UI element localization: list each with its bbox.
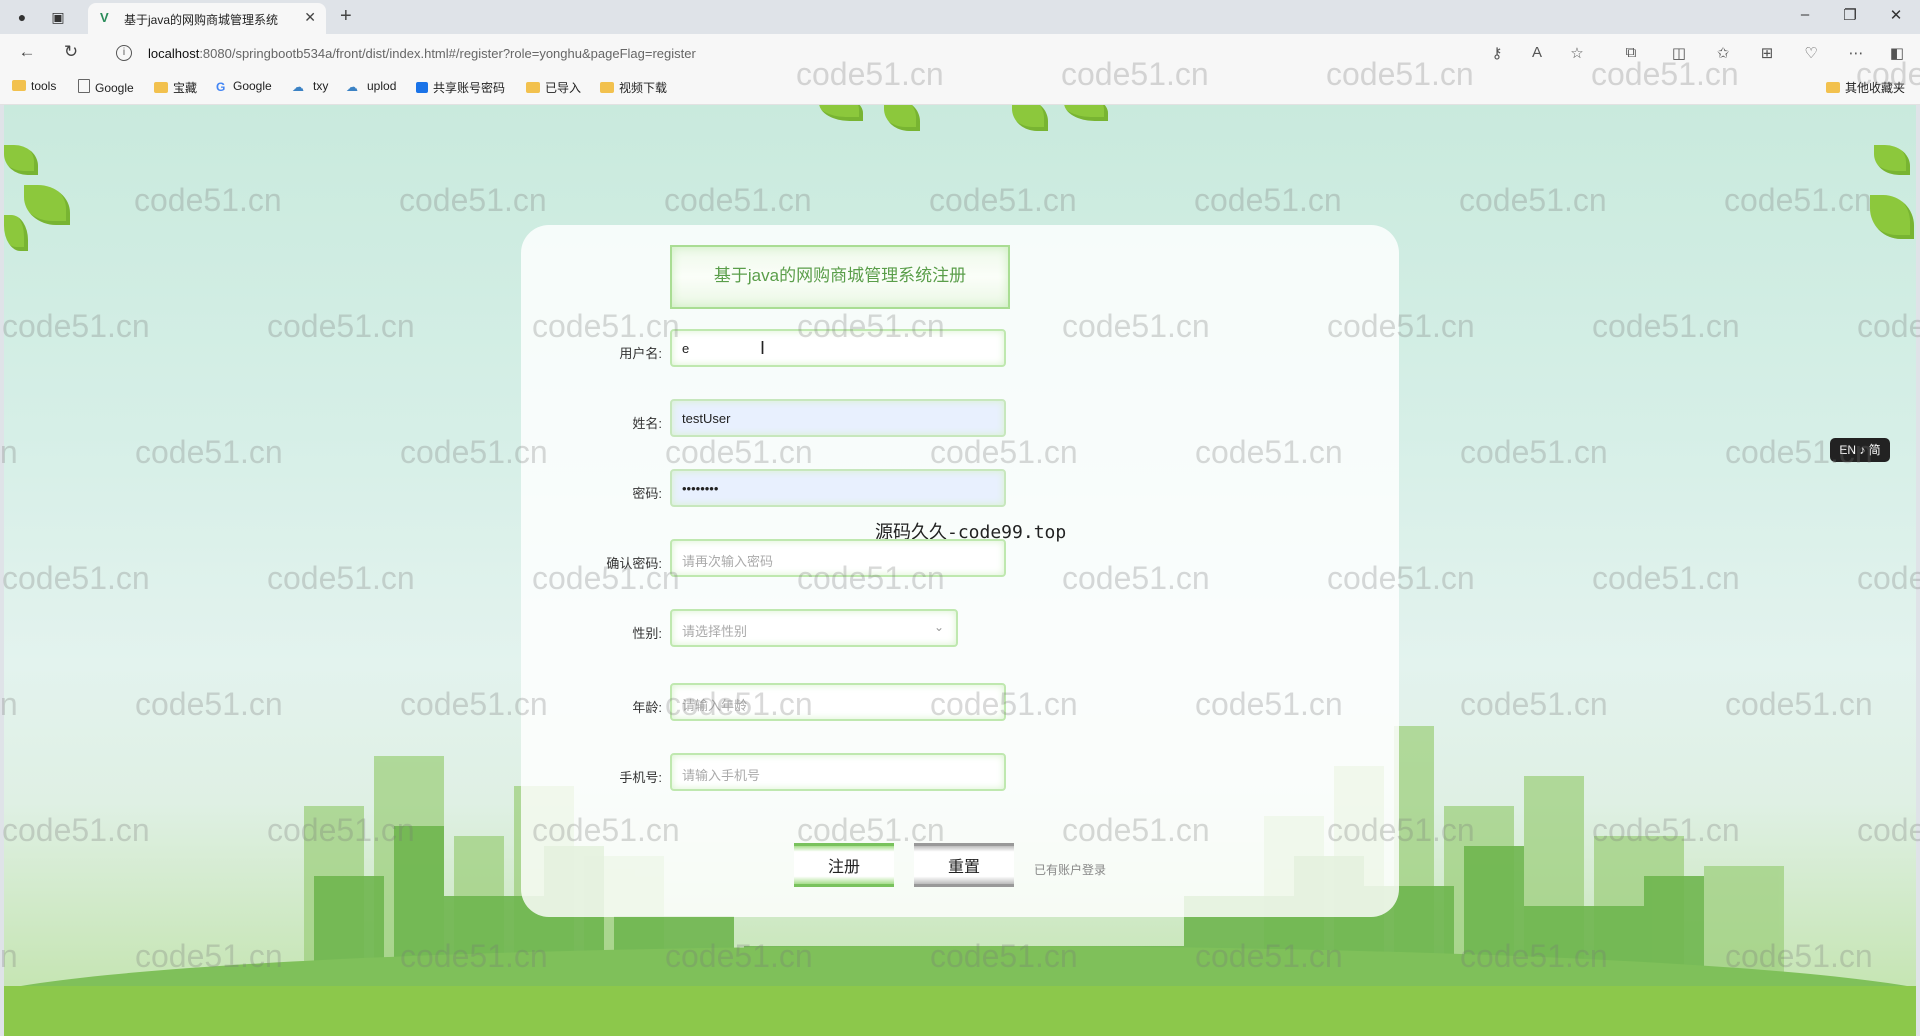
gender-select[interactable]: 请选择性别 ⌄	[670, 609, 958, 647]
leaf-decoration	[819, 105, 863, 121]
confirm-password-field[interactable]: 请再次输入密码	[670, 539, 1006, 577]
confirm-password-label: 确认密码:	[606, 556, 662, 571]
folder-icon	[526, 82, 540, 93]
bookmark-imported[interactable]: 已导入	[526, 79, 581, 96]
bookmark-shared-accounts[interactable]: 共享账号密码	[416, 79, 505, 96]
chevron-down-icon: ⌄	[933, 620, 944, 634]
bookmark-tools[interactable]: tools	[12, 79, 56, 93]
form-title: 基于java的网购商城管理系统注册	[713, 266, 967, 285]
split-screen-icon[interactable]: ◫	[1668, 44, 1690, 62]
window-close-icon[interactable]: ✕	[1884, 6, 1908, 24]
browser-essentials-icon[interactable]: ♡	[1800, 44, 1822, 62]
browser-tab[interactable]: V 基于java的网购商城管理系统 ✕	[88, 3, 326, 34]
tab-title: 基于java的网购商城管理系统	[124, 13, 279, 27]
bookmark-other[interactable]: 其他收藏夹	[1826, 79, 1905, 96]
phone-label: 手机号:	[619, 770, 662, 785]
leaf-decoration	[4, 145, 38, 175]
extensions-icon[interactable]: ⧉	[1620, 44, 1642, 61]
share-icon	[416, 82, 428, 93]
tab-actions-icon[interactable]: ▣	[48, 7, 68, 27]
minimize-icon[interactable]: –	[1793, 6, 1817, 23]
page-icon	[78, 79, 90, 93]
password-field[interactable]: ••••••••	[670, 469, 1006, 507]
key-icon[interactable]: ⚷	[1486, 44, 1508, 62]
form-title-box: 基于java的网购商城管理系统注册	[670, 245, 1010, 309]
cloud-icon: ☁	[346, 80, 358, 94]
folder-icon	[12, 80, 26, 91]
username-field[interactable]: e	[670, 329, 1006, 367]
bookmark-uplod[interactable]: ☁ uplod	[346, 79, 396, 94]
profile-icon[interactable]: ●	[12, 7, 32, 27]
reset-button[interactable]: 重置	[914, 843, 1014, 887]
vue-favicon-icon: V	[100, 10, 109, 25]
google-icon: G	[216, 80, 226, 94]
age-label: 年龄:	[632, 700, 662, 715]
password-label: 密码:	[632, 486, 662, 501]
new-tab-icon[interactable]: +	[340, 5, 352, 28]
info-icon[interactable]: i	[116, 45, 132, 61]
more-icon[interactable]: ⋯	[1845, 44, 1867, 62]
username-label: 用户名:	[619, 346, 662, 361]
leaf-decoration	[884, 105, 920, 131]
leaf-decoration	[24, 185, 70, 225]
bookmark-txy[interactable]: ☁ txy	[292, 79, 328, 94]
register-button[interactable]: 注册	[794, 843, 894, 887]
bookmark-google[interactable]: Google	[78, 79, 134, 95]
folder-icon	[1826, 82, 1840, 93]
bookmark-video-download[interactable]: 视频下载	[600, 79, 667, 96]
favorites-icon[interactable]: ✩	[1712, 44, 1734, 62]
bookmarks-bar: tools Google 宝藏 G Google ☁ txy ☁ uplod 共享账号…	[0, 72, 1920, 105]
login-link[interactable]: 已有账户登录	[1034, 861, 1106, 878]
address-bar: ← ↻ i localhost:8080/springbootb534a/fro…	[0, 34, 1920, 72]
gender-label: 性别:	[632, 626, 662, 641]
grass-ground	[4, 986, 1916, 1036]
refresh-icon[interactable]: ↻	[60, 42, 82, 62]
leaf-decoration	[1870, 195, 1914, 239]
name-label: 姓名:	[632, 416, 662, 431]
leaf-decoration	[4, 215, 28, 251]
sidebar-icon[interactable]: ◧	[1886, 44, 1908, 62]
collections-icon[interactable]: ⊞	[1756, 44, 1778, 62]
bookmark-google-2[interactable]: G Google	[216, 79, 272, 94]
cloud-icon: ☁	[292, 80, 304, 94]
leaf-decoration	[1012, 105, 1048, 131]
leaf-decoration	[1064, 105, 1108, 121]
phone-field[interactable]: 请输入手机号	[670, 753, 1006, 791]
text-cursor-icon: I	[760, 338, 766, 358]
age-field[interactable]: 请输入年龄	[670, 683, 1006, 721]
leaf-decoration	[1874, 145, 1910, 175]
name-field[interactable]: testUser	[670, 399, 1006, 437]
url-text: localhost:8080/springbootb534a/front/dis…	[148, 46, 696, 61]
tab-bar: ● ▣ V 基于java的网购商城管理系统 ✕ + – ❐ ✕	[0, 0, 1920, 34]
folder-icon	[600, 82, 614, 93]
bookmark-baozang[interactable]: 宝藏	[154, 79, 197, 96]
back-icon[interactable]: ←	[16, 42, 38, 62]
favorite-star-icon[interactable]: ☆	[1566, 44, 1588, 62]
read-aloud-icon[interactable]: A	[1526, 44, 1548, 61]
url-field[interactable]: i localhost:8080/springbootb534a/front/d…	[104, 39, 1584, 67]
folder-icon	[154, 82, 168, 93]
close-icon[interactable]: ✕	[304, 9, 316, 26]
restore-icon[interactable]: ❐	[1838, 6, 1862, 24]
language-badge[interactable]: EN ♪ 简	[1830, 438, 1890, 462]
